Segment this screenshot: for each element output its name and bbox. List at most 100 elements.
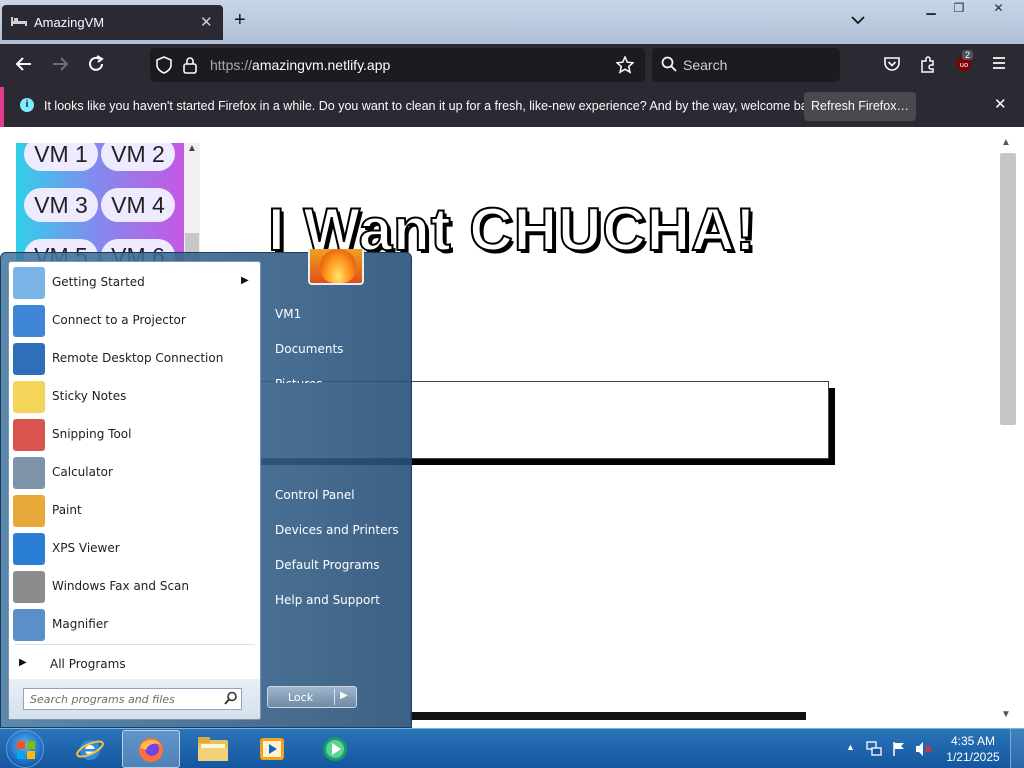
windows-media-player-icon — [320, 734, 350, 767]
paint-icon — [13, 495, 45, 527]
taskbar-internet-explorer[interactable] — [62, 730, 120, 768]
user-picture[interactable] — [308, 249, 364, 285]
start-program-item[interactable]: Snipping Tool — [9, 416, 260, 454]
bookmark-star-icon[interactable] — [615, 55, 635, 79]
sticky-notes-icon — [13, 381, 45, 413]
start-program-item[interactable]: Magnifier — [9, 606, 260, 644]
forward-icon[interactable] — [51, 55, 69, 78]
chevron-down-icon[interactable] — [850, 12, 866, 28]
refresh-firefox-button[interactable]: Refresh Firefox… — [804, 92, 916, 121]
vm-button-4[interactable]: VM 4 — [101, 188, 175, 222]
start-search-area: Search programs and files — [9, 679, 260, 719]
menu-hamburger-icon[interactable] — [991, 55, 1007, 76]
shutdown-options-arrow-icon[interactable]: ▶ — [340, 690, 348, 701]
all-programs-item[interactable]: ▶ All Programs — [9, 649, 260, 677]
action-center-flag-icon[interactable] — [891, 741, 907, 760]
magnifier-icon — [13, 609, 45, 641]
lock-label: Lock — [288, 691, 314, 704]
scroll-down-icon[interactable]: ▼ — [1001, 709, 1011, 720]
shield-icon[interactable] — [156, 56, 172, 79]
back-icon[interactable] — [15, 55, 33, 78]
extension-badge: 2 — [962, 50, 974, 60]
start-program-item[interactable]: Paint — [9, 492, 260, 530]
internet-explorer-icon — [75, 734, 105, 767]
navigation-toolbar: https://amazingvm.netlify.app Search uo … — [0, 44, 1024, 87]
search-bar[interactable]: Search — [652, 48, 840, 82]
close-tab-icon[interactable]: ✕ — [200, 13, 213, 31]
start-right-vm1[interactable]: VM1 — [275, 307, 301, 321]
start-program-label: Paint — [52, 503, 82, 517]
remote-desktop-icon — [13, 343, 45, 375]
start-program-item[interactable]: XPS Viewer — [9, 530, 260, 568]
svg-text:uo: uo — [960, 61, 969, 69]
extensions-icon[interactable] — [919, 55, 937, 78]
url-protocol: https:// — [210, 57, 253, 73]
start-right-control-panel[interactable]: Control Panel — [275, 488, 355, 502]
start-program-label: Calculator — [52, 465, 113, 479]
taskbar-wmp[interactable] — [306, 730, 364, 768]
snipping-tool-icon — [13, 419, 45, 451]
lock-icon[interactable] — [183, 56, 197, 79]
media-player-icon — [258, 735, 286, 766]
restore-icon[interactable]: ❐ — [945, 0, 973, 19]
start-right-help-support[interactable]: Help and Support — [275, 593, 380, 607]
tab-amazingvm[interactable]: AmazingVM ✕ — [2, 5, 223, 40]
url-host: amazingvm.netlify.app — [252, 57, 391, 73]
close-notification-icon[interactable]: ✕ — [994, 95, 1007, 113]
show-desktop-button[interactable] — [1010, 729, 1024, 768]
start-program-label: Remote Desktop Connection — [52, 351, 224, 365]
address-bar[interactable]: https://amazingvm.netlify.app — [150, 48, 645, 82]
start-program-item[interactable]: Calculator — [9, 454, 260, 492]
show-hidden-icons[interactable]: ▲ — [846, 742, 855, 752]
start-program-label: Magnifier — [52, 617, 109, 631]
volume-muted-icon[interactable] — [915, 741, 933, 760]
pocket-icon[interactable] — [883, 55, 901, 78]
submenu-arrow-icon: ▶ — [241, 275, 249, 286]
start-search-input[interactable]: Search programs and files — [23, 688, 242, 710]
taskbar: ▲ 4:35 AM 1/21/2025 — [0, 728, 1024, 768]
start-right-documents[interactable]: Documents — [275, 342, 343, 356]
start-program-item[interactable]: Getting Started ▶ — [9, 264, 260, 302]
clock[interactable]: 4:35 AM 1/21/2025 — [942, 733, 1004, 765]
divider — [334, 689, 335, 705]
start-program-label: Sticky Notes — [52, 389, 127, 403]
start-program-item[interactable]: Remote Desktop Connection — [9, 340, 260, 378]
start-program-item[interactable]: Connect to a Projector — [9, 302, 260, 340]
refresh-firefox-notification: i It looks like you haven't started Fire… — [0, 87, 1024, 127]
vm-button-2[interactable]: VM 2 — [101, 143, 175, 171]
scroll-up-icon[interactable]: ▲ — [1001, 137, 1011, 148]
firefox-icon — [136, 735, 166, 768]
search-placeholder: Search — [683, 57, 728, 73]
network-icon[interactable] — [866, 741, 882, 760]
page-scrollbar[interactable]: ▲ ▼ — [998, 135, 1018, 725]
start-button[interactable] — [6, 730, 44, 768]
start-program-item[interactable]: Sticky Notes — [9, 378, 260, 416]
clock-time: 4:35 AM — [950, 734, 996, 748]
start-right-default-programs[interactable]: Default Programs — [275, 558, 380, 572]
start-search-placeholder: Search programs and files — [30, 693, 175, 706]
close-window-icon[interactable]: ✕ — [973, 0, 1024, 19]
vm-button-1[interactable]: VM 1 — [24, 143, 98, 171]
scroll-up-icon[interactable]: ▲ — [187, 143, 197, 154]
bed-favicon-icon — [11, 15, 27, 29]
url-text: https://amazingvm.netlify.app — [210, 57, 390, 73]
start-program-label: Getting Started — [52, 275, 145, 289]
taskbar-firefox[interactable] — [122, 730, 180, 768]
minimize-icon[interactable]: ▁ — [917, 0, 945, 19]
taskbar-explorer[interactable] — [184, 730, 242, 768]
page-scroll-thumb[interactable] — [1000, 153, 1016, 425]
start-right-pictures[interactable]: Pictures — [275, 377, 323, 383]
lock-button[interactable]: Lock ▶ — [267, 686, 357, 708]
start-program-label: Snipping Tool — [52, 427, 132, 441]
start-right-devices-printers[interactable]: Devices and Printers — [275, 523, 399, 537]
start-program-item[interactable]: Windows Fax and Scan — [9, 568, 260, 606]
taskbar-media-player[interactable] — [244, 730, 302, 768]
search-icon — [224, 691, 238, 708]
new-tab-icon[interactable]: + — [234, 9, 246, 32]
arrow-right-icon: ▶ — [19, 657, 27, 668]
start-program-label: XPS Viewer — [52, 541, 120, 555]
reload-icon[interactable] — [87, 55, 105, 78]
notification-message: It looks like you haven't started Firefo… — [44, 99, 824, 113]
flower-user-icon — [320, 249, 356, 283]
vm-button-3[interactable]: VM 3 — [24, 188, 98, 222]
